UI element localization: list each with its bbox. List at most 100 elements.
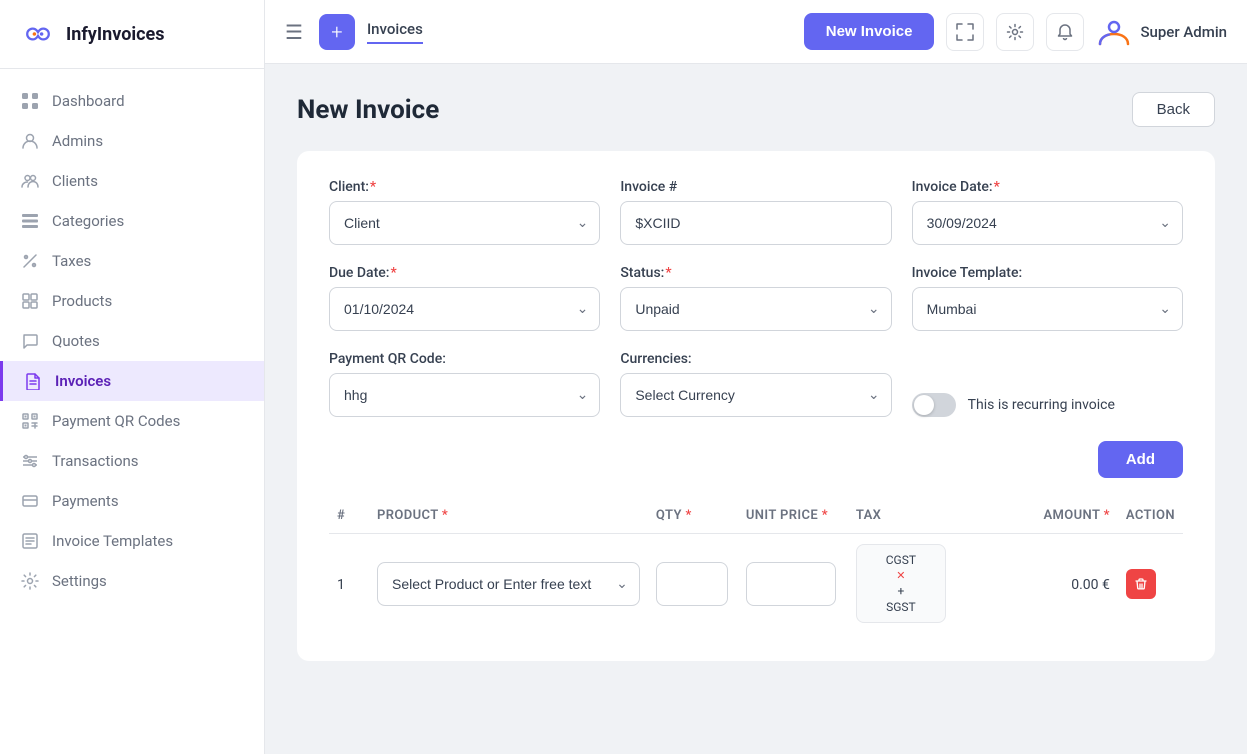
currencies-select[interactable]: Select Currency bbox=[620, 373, 891, 417]
notifications-button[interactable] bbox=[1046, 13, 1084, 51]
user-avatar[interactable]: Super Admin bbox=[1096, 14, 1227, 50]
invoices-tab[interactable]: Invoices bbox=[367, 20, 423, 44]
avatar-icon bbox=[1096, 14, 1132, 50]
sidebar-item-label: Payments bbox=[52, 492, 119, 510]
client-select-wrapper: Client ⌄ bbox=[329, 201, 600, 245]
sidebar-item-invoice-templates[interactable]: Invoice Templates bbox=[0, 521, 264, 561]
toggle-knob bbox=[914, 395, 934, 415]
invoice-template-field-group: Invoice Template: Mumbai ⌄ bbox=[912, 265, 1183, 331]
payment-qr-field-group: Payment QR Code: hhg ⌄ bbox=[329, 351, 600, 417]
invoice-num-input[interactable] bbox=[620, 201, 891, 245]
add-product-button[interactable]: Add bbox=[1098, 441, 1183, 478]
add-tab-button[interactable]: + bbox=[319, 14, 355, 50]
tax-plus-label: + bbox=[897, 584, 904, 598]
invoices-icon bbox=[23, 371, 43, 391]
sidebar-item-dashboard[interactable]: Dashboard bbox=[0, 81, 264, 121]
sidebar-item-label: Payment QR Codes bbox=[52, 412, 180, 430]
sidebar-item-quotes[interactable]: Quotes bbox=[0, 321, 264, 361]
product-select[interactable]: Select Product or Enter free text bbox=[377, 562, 640, 606]
new-invoice-button[interactable]: New Invoice bbox=[804, 13, 935, 50]
col-header-tax: TAX bbox=[848, 498, 1008, 534]
sidebar-item-label: Taxes bbox=[52, 252, 91, 270]
amount-cell: 0.00 € bbox=[1008, 534, 1118, 634]
sidebar-item-admins[interactable]: Admins bbox=[0, 121, 264, 161]
sidebar-item-invoices[interactable]: Invoices bbox=[0, 361, 264, 401]
sidebar-item-label: Dashboard bbox=[52, 92, 125, 110]
gear-icon bbox=[1006, 23, 1024, 41]
tax-badge: CGST ✕ + SGST bbox=[856, 544, 946, 623]
sidebar-item-label: Invoices bbox=[55, 372, 111, 390]
tax-x-icon: ✕ bbox=[896, 569, 905, 582]
currencies-label: Currencies: bbox=[620, 351, 891, 367]
dashboard-icon bbox=[20, 91, 40, 111]
client-label: Client:* bbox=[329, 179, 600, 195]
products-icon bbox=[20, 291, 40, 311]
sidebar-item-label: Invoice Templates bbox=[52, 532, 173, 550]
sidebar-item-products[interactable]: Products bbox=[0, 281, 264, 321]
user-name: Super Admin bbox=[1140, 23, 1227, 41]
invoice-table-head: # PRODUCT * QTY * UNIT PRICE * bbox=[329, 498, 1183, 534]
app-name: InfyInvoices bbox=[66, 24, 164, 45]
sidebar: InfyInvoices Dashboard Admins Clients Ca… bbox=[0, 0, 265, 754]
bell-icon bbox=[1056, 23, 1074, 41]
invoice-template-select[interactable]: Mumbai bbox=[912, 287, 1183, 331]
recurring-toggle-wrapper: This is recurring invoice bbox=[912, 393, 1183, 417]
invoice-date-label: Invoice Date:* bbox=[912, 179, 1183, 195]
sidebar-item-payments[interactable]: Payments bbox=[0, 481, 264, 521]
invoice-date-input[interactable] bbox=[912, 201, 1183, 245]
invoice-num-field-group: Invoice # bbox=[620, 179, 891, 245]
sidebar-item-transactions[interactable]: Transactions bbox=[0, 441, 264, 481]
sidebar-item-label: Settings bbox=[52, 572, 107, 590]
settings-icon bbox=[20, 571, 40, 591]
payment-qr-select-wrapper: hhg ⌄ bbox=[329, 373, 600, 417]
form-row-1: Client:* Client ⌄ Invoice # Invoice bbox=[329, 179, 1183, 245]
recurring-toggle[interactable] bbox=[912, 393, 956, 417]
payments-icon bbox=[20, 491, 40, 511]
status-select[interactable]: Unpaid Paid bbox=[620, 287, 891, 331]
unit-price-input[interactable] bbox=[746, 562, 836, 606]
settings-button[interactable] bbox=[996, 13, 1034, 51]
invoice-templates-icon bbox=[20, 531, 40, 551]
client-select[interactable]: Client bbox=[329, 201, 600, 245]
sidebar-item-settings[interactable]: Settings bbox=[0, 561, 264, 601]
fullscreen-button[interactable] bbox=[946, 13, 984, 51]
transactions-icon bbox=[20, 451, 40, 471]
status-field-group: Status:* Unpaid Paid ⌄ bbox=[620, 265, 891, 331]
product-cell: Select Product or Enter free text ⌄ bbox=[369, 534, 648, 634]
payment-qr-select[interactable]: hhg bbox=[329, 373, 600, 417]
qty-input[interactable] bbox=[656, 562, 728, 606]
sidebar-item-label: Quotes bbox=[52, 332, 100, 350]
menu-icon[interactable]: ☰ bbox=[285, 20, 303, 44]
row-num: 1 bbox=[329, 534, 369, 634]
topbar: ☰ + Invoices New Invoice Super Admin bbox=[265, 0, 1247, 64]
admins-icon bbox=[20, 131, 40, 151]
currencies-field-group: Currencies: Select Currency ⌄ bbox=[620, 351, 891, 417]
due-date-label: Due Date:* bbox=[329, 265, 600, 281]
table-header-row: # PRODUCT * QTY * UNIT PRICE * bbox=[329, 498, 1183, 534]
sidebar-item-label: Admins bbox=[52, 132, 103, 150]
delete-row-button[interactable] bbox=[1126, 569, 1156, 599]
invoice-template-label: Invoice Template: bbox=[912, 265, 1183, 281]
sidebar-item-label: Clients bbox=[52, 172, 98, 190]
back-button[interactable]: Back bbox=[1132, 92, 1215, 127]
invoice-table: # PRODUCT * QTY * UNIT PRICE * bbox=[329, 498, 1183, 633]
form-row-2: Due Date:* ⌄ Status:* Unpaid Paid bbox=[329, 265, 1183, 331]
recurring-toggle-group: This is recurring invoice bbox=[912, 351, 1183, 417]
quotes-icon bbox=[20, 331, 40, 351]
sidebar-item-clients[interactable]: Clients bbox=[0, 161, 264, 201]
sidebar-item-taxes[interactable]: Taxes bbox=[0, 241, 264, 281]
add-btn-row: Add bbox=[329, 441, 1183, 478]
action-cell bbox=[1118, 534, 1183, 634]
invoice-form-card: Client:* Client ⌄ Invoice # Invoice bbox=[297, 151, 1215, 661]
sidebar-item-payment-qr-codes[interactable]: Payment QR Codes bbox=[0, 401, 264, 441]
due-date-input[interactable] bbox=[329, 287, 600, 331]
logo-icon bbox=[20, 16, 56, 52]
payment-qr-icon bbox=[20, 411, 40, 431]
status-label: Status:* bbox=[620, 265, 891, 281]
categories-icon bbox=[20, 211, 40, 231]
invoice-date-field-group: Invoice Date:* ⌄ bbox=[912, 179, 1183, 245]
sidebar-item-label: Products bbox=[52, 292, 112, 310]
sidebar-item-categories[interactable]: Categories bbox=[0, 201, 264, 241]
col-header-qty: QTY * bbox=[648, 498, 738, 534]
taxes-icon bbox=[20, 251, 40, 271]
